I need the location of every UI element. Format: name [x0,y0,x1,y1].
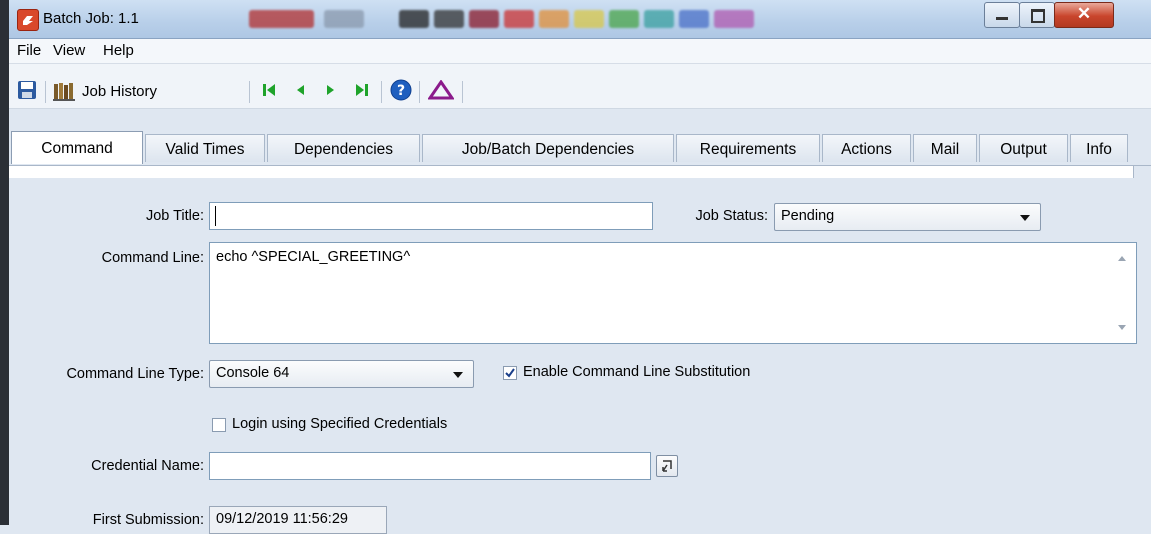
job-history-icon [53,81,75,105]
command-line-label: Command Line: [101,250,204,266]
text-caret [215,206,216,226]
credential-name-label: Credential Name: [91,458,204,474]
menu-help[interactable]: Help [103,42,134,59]
tab-info[interactable]: Info [1070,134,1128,162]
previous-icon[interactable] [294,82,306,102]
first-submission-value: 09/12/2019 11:56:29 [209,506,387,534]
job-history-button[interactable]: Job History [53,76,168,104]
enable-substitution-checkbox[interactable] [503,366,517,380]
job-status-select[interactable]: Pending [774,203,1041,231]
job-status-label: Job Status: [695,208,768,224]
next-icon[interactable] [325,82,337,102]
close-button[interactable]: ✕ [1054,2,1114,28]
scroll-up-icon[interactable] [1118,256,1126,261]
tab-actions[interactable]: Actions [822,134,911,162]
toolbar-separator [419,81,420,103]
close-icon: ✕ [1076,4,1092,23]
toolbar-separator [381,81,382,103]
app-logo-icon [17,9,39,31]
toolbar: Job History ? [9,64,1151,109]
tab-mail[interactable]: Mail [913,134,977,162]
command-line-text: echo ^SPECIAL_GREETING^ [216,249,411,265]
toolbar-separator [45,81,46,103]
scroll-down-icon[interactable] [1118,325,1126,330]
title-bar[interactable]: Batch Job: 1.1 ✕ [9,0,1151,39]
first-icon[interactable] [262,82,276,102]
tab-valid-times[interactable]: Valid Times [145,134,265,162]
job-title-input[interactable] [209,202,653,230]
save-icon[interactable] [17,80,37,104]
tab-output[interactable]: Output [979,134,1068,162]
tab-panel-header [9,166,1134,178]
command-line-type-value: Console 64 [216,365,290,381]
help-icon[interactable]: ? [390,79,412,105]
job-history-label: Job History [82,83,158,100]
minimize-icon [996,17,1008,20]
chevron-down-icon [1020,215,1030,221]
enable-substitution-label[interactable]: Enable Command Line Substitution [523,364,750,380]
tab-requirements[interactable]: Requirements [676,134,820,162]
login-credentials-checkbox[interactable] [212,418,226,432]
tab-command[interactable]: Command [11,131,143,164]
tab-strip: Command Valid Times Dependencies Job/Bat… [9,128,1151,166]
toolbar-separator [462,81,463,103]
browse-icon [662,460,672,472]
minimize-button[interactable] [984,2,1020,28]
desktop-edge [0,0,9,525]
job-status-value: Pending [781,208,835,224]
command-line-type-select[interactable]: Console 64 [209,360,474,388]
command-line-textarea[interactable]: echo ^SPECIAL_GREETING^ [209,242,1137,344]
menu-bar: File View Help [9,39,1151,64]
svg-text:?: ? [397,83,405,99]
blurred-titlebar-area [249,10,809,30]
credential-name-input[interactable] [209,452,651,480]
window-title: Batch Job: 1.1 [43,10,139,27]
last-icon[interactable] [355,82,369,102]
maximize-icon [1031,9,1045,23]
credential-browse-button[interactable] [656,455,678,477]
chevron-down-icon [453,372,463,378]
login-credentials-label[interactable]: Login using Specified Credentials [232,416,447,432]
alert-icon[interactable] [427,79,455,104]
checkmark-icon [505,368,515,378]
command-line-type-label: Command Line Type: [66,366,204,382]
tab-job-batch-dependencies[interactable]: Job/Batch Dependencies [422,134,674,162]
toolbar-separator [249,81,250,103]
menu-file[interactable]: File [17,42,41,59]
menu-view[interactable]: View [53,42,85,59]
maximize-button[interactable] [1019,2,1055,28]
job-title-label: Job Title: [145,208,204,224]
first-submission-label: First Submission: [92,512,204,528]
tab-dependencies[interactable]: Dependencies [267,134,420,162]
